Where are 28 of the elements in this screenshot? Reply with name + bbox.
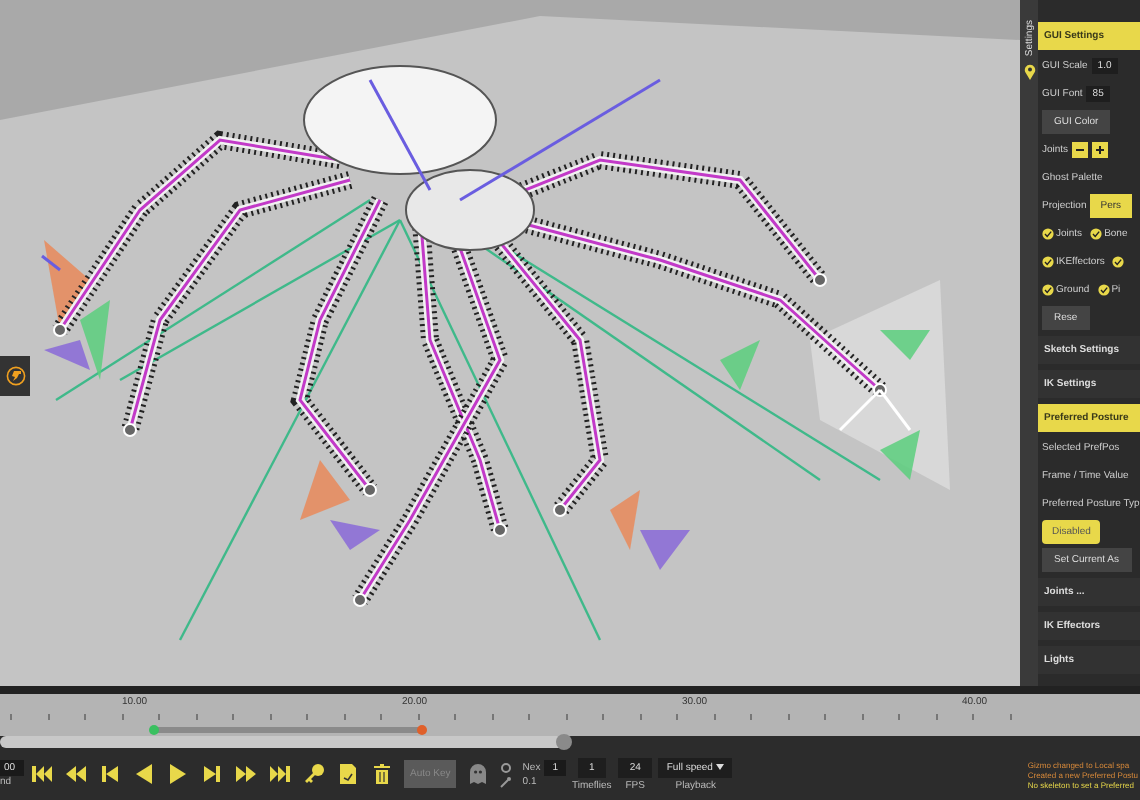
checked-checkbox-icon[interactable] (1112, 255, 1125, 267)
minus-icon (1074, 143, 1087, 155)
checked-checkbox-icon[interactable] (1090, 227, 1103, 239)
minus-button[interactable] (1072, 141, 1089, 157)
skip-to-start-icon[interactable] (30, 762, 54, 786)
key-icon[interactable] (302, 762, 326, 786)
plus-button[interactable] (1092, 141, 1109, 157)
pin-button[interactable] (0, 356, 30, 396)
fast-forward-icon[interactable] (234, 762, 258, 786)
play-icon[interactable] (166, 762, 190, 786)
ghost-icon[interactable] (466, 762, 491, 786)
checked-checkbox-icon[interactable] (1042, 227, 1054, 239)
checked-checkbox-icon[interactable] (1042, 283, 1054, 295)
spider-rig-drawing[interactable] (41, 65, 950, 641)
checked-checkbox-icon[interactable] (1097, 283, 1110, 295)
previous-frame-icon[interactable] (98, 762, 122, 786)
caret-icon (716, 764, 725, 770)
plus-icon (1094, 143, 1107, 155)
eyedropper-icon[interactable] (500, 775, 513, 787)
next-frame-icon[interactable] (200, 762, 224, 786)
settings-icon[interactable] (500, 761, 513, 773)
skip-to-end-icon[interactable] (268, 762, 292, 786)
checked-checkbox-icon[interactable] (1042, 255, 1054, 267)
document-icon[interactable] (336, 762, 360, 786)
trash-icon[interactable] (370, 762, 394, 786)
play-backward-icon[interactable] (132, 762, 156, 786)
rewind-icon[interactable] (64, 762, 88, 786)
timeline-scrollbar[interactable] (0, 736, 568, 748)
